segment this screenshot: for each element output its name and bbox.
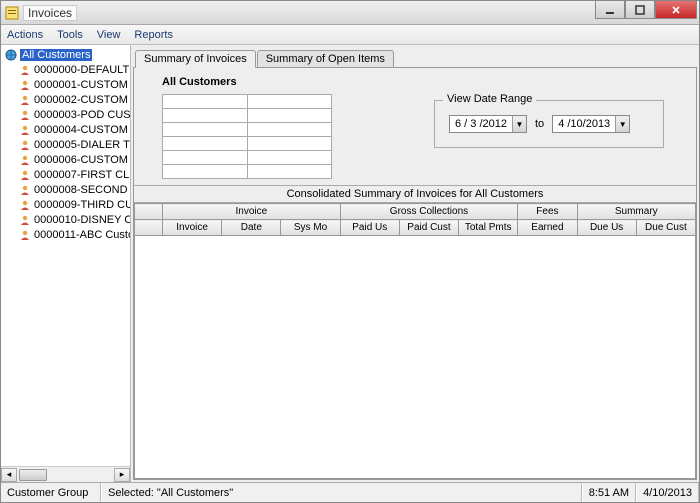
tree-item[interactable]: 0000002-CUSTOM [5,92,130,107]
main-pane: Summary of Invoices Summary of Open Item… [131,45,699,482]
window-title: Invoices [23,5,77,21]
dropdown-icon[interactable]: ▼ [512,116,526,132]
customer-icon [19,169,31,181]
date-range-group: View Date Range 6 / 3 /2012 ▼ to 4 /10/2… [434,100,664,148]
tree-item[interactable]: 0000001-CUSTOM [5,77,130,92]
col-duecust[interactable]: Due Cust [636,220,695,236]
tree-item[interactable]: 0000011-ABC Custo [5,227,130,242]
tab-panel: All Customers View Date Range 6 [133,67,697,480]
customer-icon [19,199,31,211]
tab-summary-open-items[interactable]: Summary of Open Items [257,50,394,67]
customer-icon [19,139,31,151]
tree-item[interactable]: 0000009-THIRD CU [5,197,130,212]
date-to-value: 4 /10/2013 [553,118,615,130]
grid-body[interactable] [134,236,696,479]
tabs: Summary of Invoices Summary of Open Item… [133,47,697,67]
upper-panel: All Customers View Date Range 6 [134,68,696,186]
col-totalpmts[interactable]: Total Pmts [459,220,518,236]
tree-item-label: 0000004-CUSTOM [34,124,128,136]
tree-item-label: 0000005-DIALER T [34,139,130,151]
tree-item-label: 0000000-DEFAULT [34,64,129,76]
col-date[interactable]: Date [222,220,281,236]
dropdown-icon[interactable]: ▼ [615,116,629,132]
minimize-button[interactable] [595,1,625,19]
tree-item-label: 0000008-SECOND [34,184,128,196]
date-from-picker[interactable]: 6 / 3 /2012 ▼ [449,115,527,133]
tree-item[interactable]: 0000000-DEFAULT [5,62,130,77]
menubar: Actions Tools View Reports [1,25,699,45]
col-group-gross[interactable]: Gross Collections [340,204,518,220]
customer-mini-grid [162,94,332,179]
date-from-value: 6 / 3 /2012 [450,118,512,130]
col-sysmo[interactable]: Sys Mo [281,220,340,236]
tree-root[interactable]: All Customers [5,47,130,62]
titlebar: Invoices [1,1,699,25]
grid-title: Consolidated Summary of Invoices for All… [134,186,696,203]
to-label: to [535,118,544,130]
col-group-fees[interactable]: Fees [518,204,577,220]
customer-icon [19,109,31,121]
tree-item-label: 0000002-CUSTOM [34,94,128,106]
tree-item-label: 0000011-ABC Custo [34,229,130,241]
customer-icon [19,79,31,91]
tree-item-label: 0000001-CUSTOM [34,79,128,91]
status-selected: Selected: "All Customers" [101,483,582,502]
customer-summary-box: All Customers [162,76,352,179]
tree-item[interactable]: 0000007-FIRST CL [5,167,130,182]
status-date: 4/10/2013 [636,483,699,502]
col-paidcust[interactable]: Paid Cust [399,220,458,236]
content: All Customers 0000000-DEFAULT 0000001-CU… [1,45,699,482]
menu-reports[interactable]: Reports [134,29,173,41]
customer-icon [19,64,31,76]
col-group-invoice[interactable]: Invoice [163,204,341,220]
menu-tools[interactable]: Tools [57,29,83,41]
customer-icon [19,214,31,226]
customer-icon [19,94,31,106]
col-group-summary[interactable]: Summary [577,204,695,220]
status-left: Customer Group [1,483,101,502]
date-to-picker[interactable]: 4 /10/2013 ▼ [552,115,630,133]
tree-item-label: 0000009-THIRD CU [34,199,130,211]
customer-icon [19,184,31,196]
col-dueus[interactable]: Due Us [577,220,636,236]
window-controls [595,1,697,19]
tree-root-label: All Customers [20,49,92,61]
close-button[interactable] [655,1,697,19]
maximize-button[interactable] [625,1,655,19]
status-time: 8:51 AM [582,483,636,502]
tree-item-label: 0000010-DISNEY C [34,214,130,226]
tree-item-label: 0000007-FIRST CL [34,169,129,181]
col-invoice[interactable]: Invoice [163,220,222,236]
tree-item[interactable]: 0000006-CUSTOM [5,152,130,167]
all-customers-heading: All Customers [162,76,352,88]
app-icon [5,6,19,20]
scroll-thumb[interactable] [19,469,47,481]
customer-icon [19,154,31,166]
tree-item-label: 0000006-CUSTOM [34,154,128,166]
scroll-left-icon[interactable]: ◂ [1,468,17,482]
grid-headers: Invoice Gross Collections Fees Summary I… [134,203,696,236]
date-range-legend: View Date Range [443,93,536,105]
tab-summary-invoices[interactable]: Summary of Invoices [135,50,256,68]
customer-icon [19,124,31,136]
tree-item[interactable]: 0000003-POD CUS [5,107,130,122]
statusbar: Customer Group Selected: "All Customers"… [1,482,699,502]
menu-view[interactable]: View [97,29,121,41]
scroll-right-icon[interactable]: ▸ [114,468,130,482]
col-earned[interactable]: Earned [518,220,577,236]
customer-icon [19,229,31,241]
tree-item-label: 0000003-POD CUS [34,109,130,121]
menu-actions[interactable]: Actions [7,29,43,41]
col-paidus[interactable]: Paid Us [340,220,399,236]
tree-hscrollbar[interactable]: ◂ ▸ [1,466,130,482]
tree-item[interactable]: 0000008-SECOND [5,182,130,197]
tree-item[interactable]: 0000010-DISNEY C [5,212,130,227]
tree-item[interactable]: 0000005-DIALER T [5,137,130,152]
globe-icon [5,49,17,61]
tree-item[interactable]: 0000004-CUSTOM [5,122,130,137]
customer-tree: All Customers 0000000-DEFAULT 0000001-CU… [1,45,131,482]
